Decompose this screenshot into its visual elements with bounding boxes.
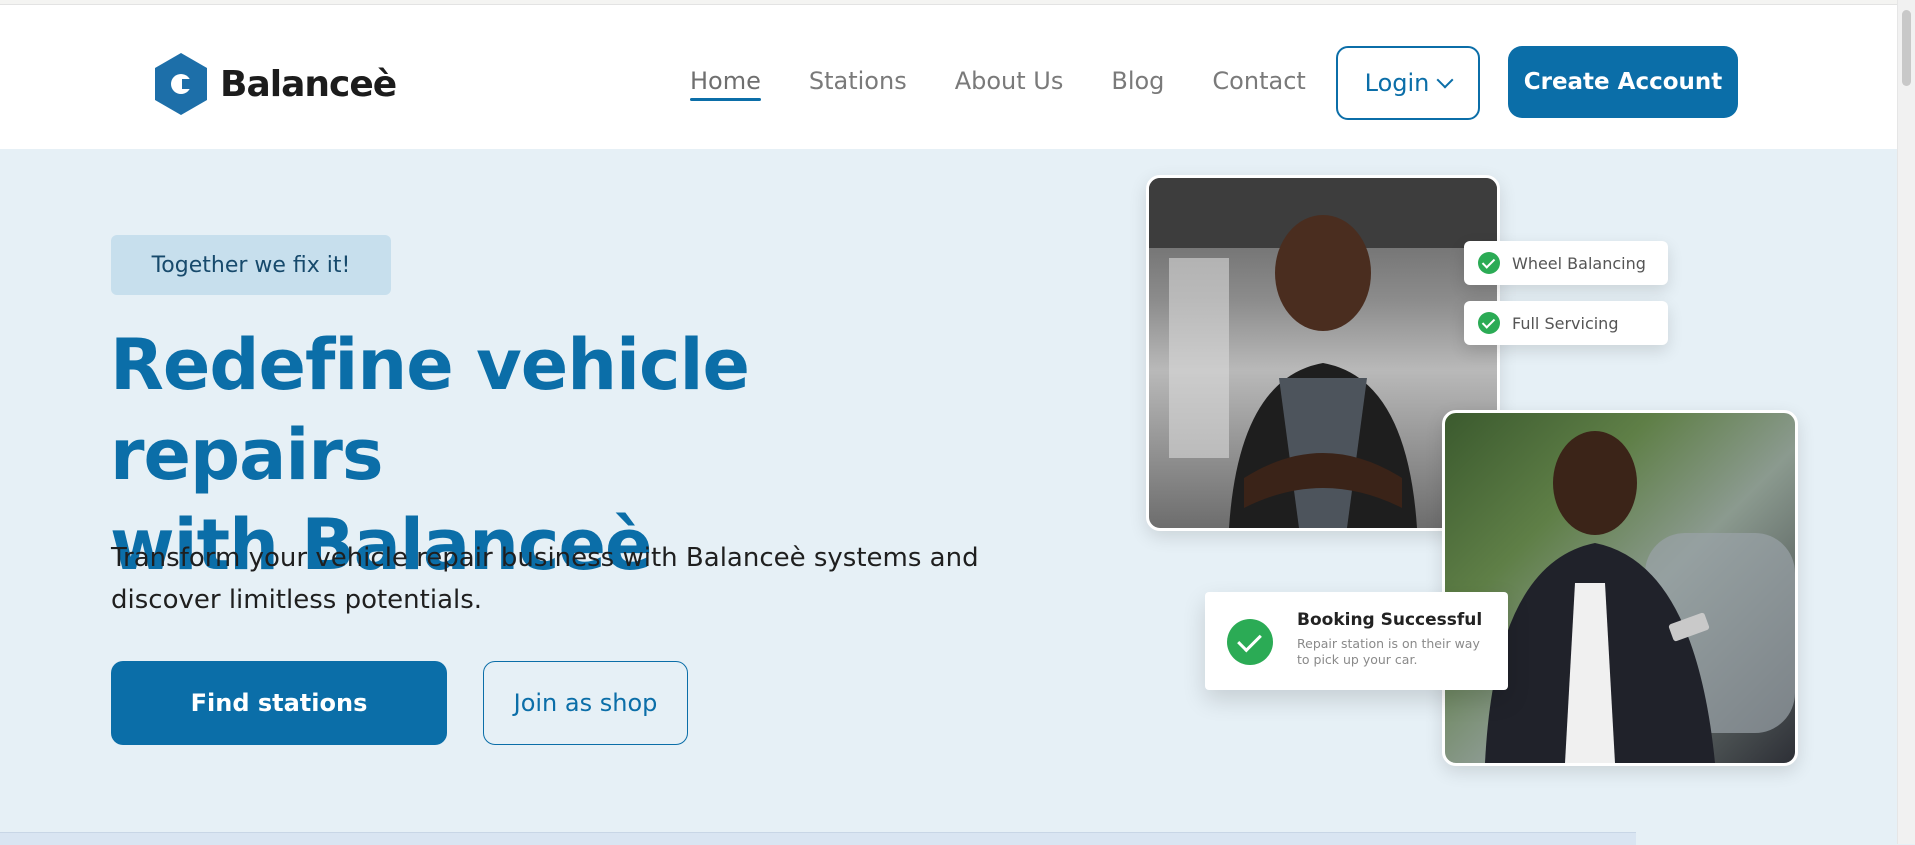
taskbar-edge: [0, 832, 1636, 845]
vertical-scrollbar[interactable]: [1897, 0, 1915, 844]
service-pill-wheel-balancing: Wheel Balancing: [1464, 241, 1668, 285]
booking-title: Booking Successful: [1297, 610, 1483, 630]
booking-success-card: Booking Successful Repair station is on …: [1205, 592, 1508, 690]
pill-label: Wheel Balancing: [1512, 253, 1646, 273]
chevron-down-icon: [1436, 71, 1454, 89]
nav-stations[interactable]: Stations: [809, 67, 907, 101]
check-icon: [1478, 252, 1500, 274]
logo[interactable]: Balanceè: [152, 51, 397, 117]
logo-text: Balanceè: [220, 63, 397, 105]
nav-home[interactable]: Home: [690, 67, 761, 101]
headline-line-1: Redefine vehicle repairs: [110, 324, 750, 496]
hero-subtext: Transform your vehicle repair business w…: [111, 537, 1011, 621]
create-account-button[interactable]: Create Account: [1508, 46, 1738, 118]
site-header: Balanceè Home Stations About Us Blog Con…: [0, 5, 1898, 149]
find-stations-button[interactable]: Find stations: [111, 661, 447, 745]
check-icon: [1478, 312, 1500, 334]
nav-about-us[interactable]: About Us: [955, 67, 1064, 101]
booking-description: Repair station is on their way to pick u…: [1297, 636, 1487, 668]
logo-hexagon-icon: [155, 53, 207, 115]
login-button[interactable]: Login: [1336, 46, 1480, 120]
scrollbar-thumb[interactable]: [1902, 10, 1911, 86]
service-pill-full-servicing: Full Servicing: [1464, 301, 1668, 345]
booking-desc-line-1: Repair station is on their way: [1297, 636, 1480, 651]
main-nav: Home Stations About Us Blog Contact: [690, 67, 1306, 101]
tagline-badge: Together we fix it!: [111, 235, 391, 295]
subtext-line-1: Transform your vehicle repair business w…: [111, 543, 979, 573]
pill-label: Full Servicing: [1512, 313, 1619, 333]
booking-desc-line-2: to pick up your car.: [1297, 652, 1418, 667]
nav-contact[interactable]: Contact: [1212, 67, 1305, 101]
join-as-shop-button[interactable]: Join as shop: [483, 661, 688, 745]
check-icon: [1227, 619, 1273, 665]
woman-phone-photo: [1442, 410, 1798, 766]
subtext-line-2: discover limitless potentials.: [111, 585, 483, 615]
nav-blog[interactable]: Blog: [1111, 67, 1164, 101]
login-label: Login: [1364, 69, 1430, 97]
